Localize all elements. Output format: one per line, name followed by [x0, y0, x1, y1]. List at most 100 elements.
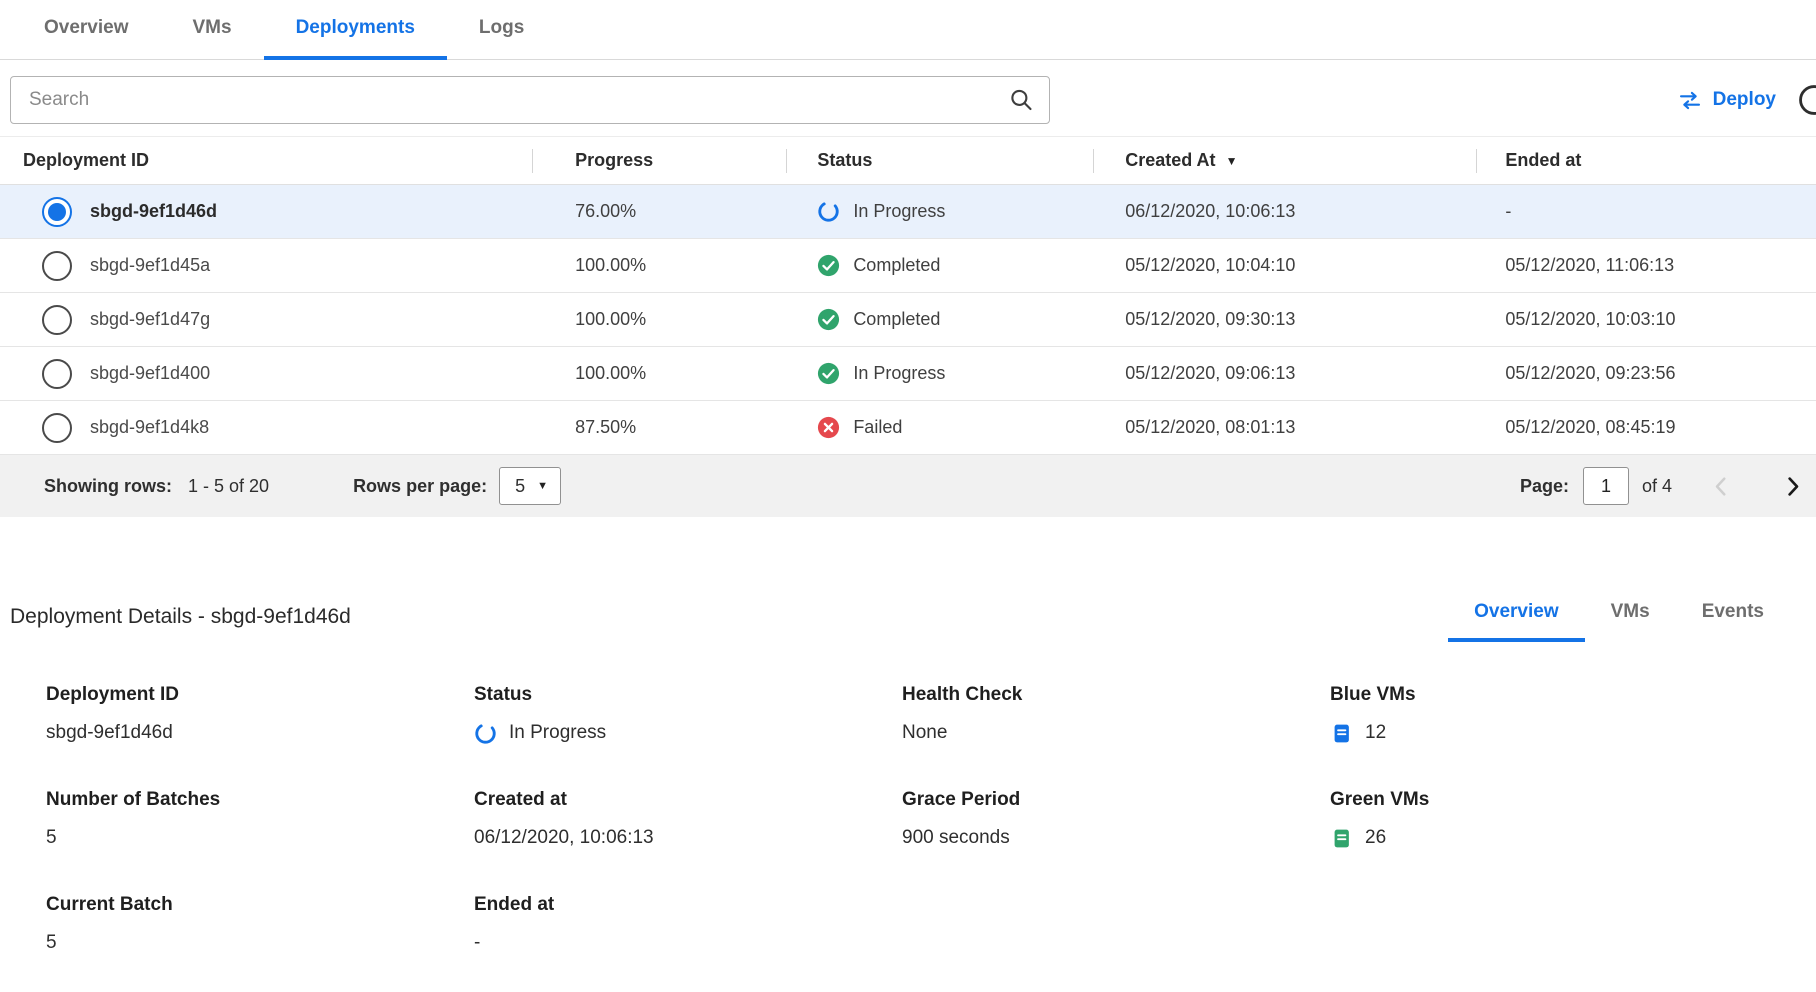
detail-field-health-check: Health Check None — [902, 684, 1330, 745]
detail-value-row: 900 seconds — [902, 826, 1330, 850]
deployment-id: sbgd-9ef1d400 — [90, 363, 210, 384]
showing-rows-value: 1 - 5 of 20 — [188, 476, 269, 497]
detail-value: In Progress — [509, 722, 606, 744]
column-label: Created At — [1125, 150, 1215, 171]
progress-value: 100.00% — [532, 255, 786, 276]
refresh-icon[interactable] — [1797, 83, 1816, 117]
column-label: Ended at — [1505, 150, 1581, 171]
column-header-status[interactable]: Status — [786, 137, 1093, 184]
status-label: In Progress — [853, 363, 945, 384]
details-tab-vms[interactable]: VMs — [1585, 601, 1676, 642]
created-at-value: 05/12/2020, 08:01:13 — [1093, 417, 1476, 438]
status-completed-icon — [817, 308, 840, 331]
table-row[interactable]: sbgd-9ef1d47g100.00%Completed05/12/2020,… — [0, 293, 1816, 347]
prev-page-button[interactable] — [1708, 473, 1735, 500]
details-grid: Deployment ID sbgd-9ef1d46d StatusIn Progr… — [10, 684, 1790, 955]
detail-label: Deployment ID — [46, 684, 474, 706]
detail-value-row: sbgd-9ef1d46d — [46, 721, 474, 745]
sort-caret-icon: ▼ — [1226, 154, 1238, 168]
row-select-radio[interactable] — [42, 197, 72, 227]
ended-at-value: 05/12/2020, 08:45:19 — [1476, 417, 1816, 438]
status-label: Completed — [853, 255, 940, 276]
created-at-value: 06/12/2020, 10:06:13 — [1093, 201, 1476, 222]
detail-field-green-vms: Green VMs 26 — [1330, 789, 1790, 850]
column-header-created-at[interactable]: Created At ▼ — [1093, 137, 1476, 184]
row-select-radio[interactable] — [42, 251, 72, 281]
detail-value-row: None — [902, 721, 1330, 745]
row-select-radio[interactable] — [42, 305, 72, 335]
detail-value-row: 5 — [46, 931, 474, 955]
row-select-radio[interactable] — [42, 359, 72, 389]
table-row[interactable]: sbgd-9ef1d4k887.50%Failed05/12/2020, 08:… — [0, 401, 1816, 455]
detail-label: Ended at — [474, 894, 902, 916]
search-input[interactable] — [10, 76, 1050, 124]
status-label: Completed — [853, 309, 940, 330]
rows-per-page-label: Rows per page: — [353, 476, 487, 497]
detail-field-created-at: Created at06/12/2020, 10:06:13 — [474, 789, 902, 850]
table-row[interactable]: sbgd-9ef1d400 100.00% In Progress 05/12/202… — [0, 347, 1816, 401]
detail-value: None — [902, 722, 947, 744]
page-input[interactable] — [1583, 467, 1629, 505]
column-header-deployment-id[interactable]: Deployment ID — [0, 137, 532, 184]
status-failed-icon — [817, 416, 840, 439]
deployments-page: OverviewVMsDeploymentsLogs Deploy Deploy… — [0, 0, 1816, 992]
tab-overview[interactable]: Overview — [12, 0, 161, 60]
detail-field-grace-period: Grace Period900 seconds — [902, 789, 1330, 850]
deploy-button[interactable]: Deploy — [1677, 89, 1776, 111]
toolbar-actions: Deploy — [1677, 89, 1816, 111]
details-tab-events[interactable]: Events — [1676, 601, 1790, 642]
created-at-value: 05/12/2020, 09:06:13 — [1093, 363, 1476, 384]
detail-label: Current Batch — [46, 894, 474, 916]
deployment-id: sbgd-9ef1d46d — [90, 201, 217, 222]
table-row[interactable]: sbgd-9ef1d46d76.00%In Progress06/12/2020… — [0, 185, 1816, 239]
next-page-button[interactable] — [1779, 473, 1806, 500]
tab-vms[interactable]: VMs — [161, 0, 264, 60]
progress-value: 100.00% — [532, 309, 786, 330]
chevron-down-icon: ▼ — [537, 480, 548, 492]
detail-value: 5 — [46, 827, 57, 849]
detail-value-row: - — [474, 931, 902, 955]
status-label: In Progress — [853, 201, 945, 222]
table-body: sbgd-9ef1d46d76.00%In Progress06/12/2020… — [0, 185, 1816, 455]
detail-value-row: 26 — [1330, 826, 1790, 850]
column-header-progress[interactable]: Progress — [532, 137, 786, 184]
table-header: Deployment ID Progress Status Created At ▼ En… — [0, 137, 1816, 185]
page-total: of 4 — [1642, 476, 1672, 497]
details-tab-overview[interactable]: Overview — [1448, 601, 1585, 642]
toolbar: Deploy — [0, 76, 1816, 124]
ended-at-value: 05/12/2020, 10:03:10 — [1476, 309, 1816, 330]
progress-value: 87.50% — [532, 417, 786, 438]
search-box — [10, 76, 1050, 124]
detail-value-row: 12 — [1330, 721, 1790, 745]
detail-value: - — [474, 932, 480, 954]
progress-value: 100.00% — [532, 363, 786, 384]
ended-at-value: - — [1476, 201, 1816, 222]
created-at-value: 05/12/2020, 09:30:13 — [1093, 309, 1476, 330]
detail-field-deployment-id: Deployment ID sbgd-9ef1d46d — [46, 684, 474, 745]
detail-label: Blue VMs — [1330, 684, 1790, 706]
tab-deployments[interactable]: Deployments — [264, 0, 447, 60]
details-tabbar: OverviewVMsEvents — [1448, 601, 1790, 642]
row-select-radio[interactable] — [42, 413, 72, 443]
status-completed-icon — [817, 362, 840, 385]
detail-field-status: StatusIn Progress — [474, 684, 902, 745]
column-header-ended-at[interactable]: Ended at — [1476, 137, 1816, 184]
column-label: Progress — [575, 150, 653, 171]
detail-value-row: In Progress — [474, 721, 902, 745]
table-row[interactable]: sbgd-9ef1d45a100.00%Completed05/12/2020,… — [0, 239, 1816, 293]
table-footer: Showing rows: 1 - 5 of 20 Rows per page:… — [0, 455, 1816, 517]
vm-green-icon — [1330, 827, 1353, 850]
detail-label: Green VMs — [1330, 789, 1790, 811]
deployment-id: sbgd-9ef1d4k8 — [90, 417, 209, 438]
rows-per-page-value: 5 — [515, 476, 525, 497]
search-icon — [1009, 88, 1034, 113]
deployment-details-panel: Deployment Details - sbgd-9ef1d46d Overv… — [0, 601, 1816, 955]
tab-logs[interactable]: Logs — [447, 0, 556, 60]
detail-value-row: 5 — [46, 826, 474, 850]
detail-value: 12 — [1365, 722, 1386, 744]
detail-value: sbgd-9ef1d46d — [46, 722, 173, 744]
detail-label: Health Check — [902, 684, 1330, 706]
top-tabbar: OverviewVMsDeploymentsLogs — [0, 0, 1816, 60]
rows-per-page-select[interactable]: 5 ▼ — [499, 467, 561, 505]
detail-value: 06/12/2020, 10:06:13 — [474, 827, 654, 849]
